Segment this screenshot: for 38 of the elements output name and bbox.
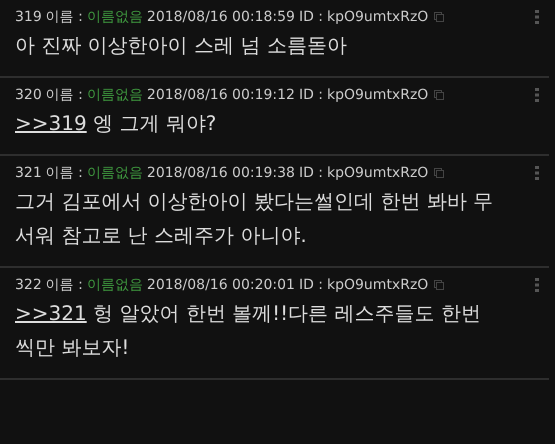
more-icon[interactable] bbox=[535, 166, 539, 180]
id-label: ID : bbox=[298, 9, 324, 25]
reply-link[interactable]: >>321 bbox=[15, 301, 87, 325]
post-text: 아 진짜 이상한아이 스레 넘 소름돋아 bbox=[15, 32, 348, 59]
post-text: >>321 헝 알았어 한번 볼께!!다른 레스주들도 한번씩만 봐보자! bbox=[15, 300, 482, 361]
poster-name: 이름없음 bbox=[86, 8, 143, 26]
post-number: 322 bbox=[15, 277, 42, 293]
poster-id: kpO9umtxRzO bbox=[327, 87, 428, 103]
name-label: 이름 : bbox=[46, 164, 83, 182]
post-text: 그거 김포에서 이상한아이 봤다는썰인데 한번 봐바 무서워 참고로 난 스레주가 아니야. bbox=[15, 188, 494, 249]
name-label: 이름 : bbox=[46, 86, 83, 104]
copy-icon[interactable] bbox=[434, 12, 444, 22]
poster-id: kpO9umtxRzO bbox=[327, 165, 428, 181]
poster-id: kpO9umtxRzO bbox=[327, 277, 428, 293]
more-icon[interactable] bbox=[535, 278, 539, 292]
more-icon[interactable] bbox=[535, 10, 539, 24]
poster-id: kpO9umtxRzO bbox=[327, 9, 428, 25]
post-text: >>319 엥 그게 뭐야? bbox=[15, 110, 218, 137]
post-date: 2018/08/16 00:18:59 bbox=[146, 9, 295, 25]
name-label: 이름 : bbox=[46, 276, 83, 294]
post-number: 319 bbox=[15, 9, 42, 25]
post-date: 2018/08/16 00:19:38 bbox=[146, 165, 295, 181]
copy-icon[interactable] bbox=[434, 168, 444, 178]
more-icon[interactable] bbox=[535, 88, 539, 102]
post-date: 2018/08/16 00:20:01 bbox=[146, 277, 295, 293]
reply-link[interactable]: >>319 bbox=[15, 111, 87, 135]
copy-icon[interactable] bbox=[434, 280, 444, 290]
poster-name: 이름없음 bbox=[86, 164, 143, 182]
poster-name: 이름없음 bbox=[86, 276, 143, 294]
id-label: ID : bbox=[298, 87, 324, 103]
post-number: 321 bbox=[15, 165, 42, 181]
id-label: ID : bbox=[298, 165, 324, 181]
poster-name: 이름없음 bbox=[86, 86, 143, 104]
name-label: 이름 : bbox=[46, 8, 83, 26]
post-date: 2018/08/16 00:19:12 bbox=[146, 87, 295, 103]
post-number: 320 bbox=[15, 87, 42, 103]
id-label: ID : bbox=[298, 277, 324, 293]
copy-icon[interactable] bbox=[434, 90, 444, 100]
